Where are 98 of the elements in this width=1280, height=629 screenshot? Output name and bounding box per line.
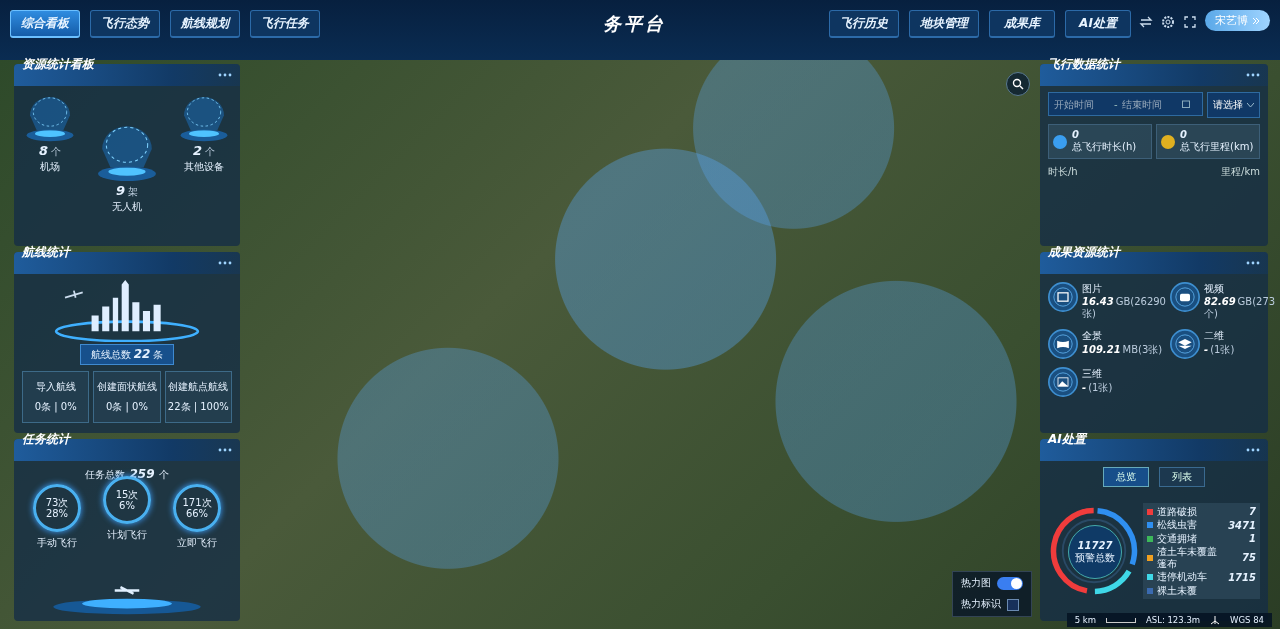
layer-label: 热力标识 [961, 598, 1001, 611]
stat-label: 总飞行时长(h) [1072, 140, 1137, 154]
resource-type: 三维 [1082, 366, 1103, 381]
layers-icon [1169, 328, 1200, 359]
stat-label: 总飞行里程(km) [1180, 140, 1254, 154]
nav-tab[interactable]: 成果库 [989, 10, 1055, 38]
nav-tab[interactable]: 综合看板 [10, 10, 80, 38]
legend-label: 违停机动车 [1157, 571, 1208, 583]
axis-label: 里程/km [1221, 165, 1260, 179]
task-ring: 171次 66% [173, 484, 221, 533]
calendar-icon [1181, 100, 1190, 108]
resource-size: - (1张) [1203, 342, 1235, 357]
nav-tab[interactable]: 航线规划 [170, 10, 240, 38]
axis-label: 时长/h [1048, 165, 1078, 179]
image-icon [1048, 281, 1078, 312]
more-icon[interactable] [1246, 260, 1260, 265]
more-icon[interactable] [1246, 73, 1260, 77]
search-icon [1012, 78, 1024, 90]
panel-title: AI处置 [1048, 431, 1086, 449]
stat-value: 0 [1072, 129, 1080, 140]
panel-title: 任务统计 [22, 431, 70, 449]
route-type-label: 创建面状航线 [97, 379, 157, 394]
resource-label: 其他设备 [184, 160, 224, 174]
alert-total: 11727 预警总数 [1068, 525, 1122, 580]
task-ring: 73次 28% [33, 484, 81, 533]
resource-label: 无人机 [112, 200, 142, 214]
camera-icon [1169, 281, 1200, 312]
date-range-field[interactable]: 开始时间 - 结束时间 [1048, 92, 1203, 116]
resource-size: - (1张) [1082, 380, 1113, 395]
legend-value: 1715 [1228, 571, 1256, 583]
view-tab[interactable]: 总览 [1103, 467, 1149, 488]
legend-value: 1 [1249, 533, 1256, 545]
task-type-label: 手动飞行 [37, 536, 77, 551]
resource-type: 图片 [1082, 281, 1103, 296]
resource-type: 二维 [1203, 328, 1225, 343]
fullscreen-icon[interactable] [1183, 15, 1197, 29]
legend-value: 3471 [1228, 519, 1256, 531]
legend-label: 裸土未覆 [1157, 584, 1198, 597]
heatmap-toggle[interactable] [997, 577, 1023, 590]
scale-label: 5 km [1074, 615, 1096, 625]
search-button[interactable] [1006, 72, 1030, 96]
start-time-input[interactable]: 开始时间 [1054, 98, 1110, 110]
resource-type: 视频 [1203, 281, 1225, 296]
image-icon [1048, 366, 1078, 397]
heat-marker-checkbox[interactable] [1007, 598, 1019, 611]
more-icon[interactable] [1246, 448, 1260, 453]
panel-title: 航线统计 [22, 243, 70, 261]
chevron-icon [1252, 16, 1260, 25]
task-type-label: 计划飞行 [107, 528, 147, 543]
view-tab[interactable]: 列表 [1159, 467, 1205, 488]
panel-title: 飞行数据统计 [1048, 56, 1120, 73]
nav-tab[interactable]: 飞行态势 [90, 10, 160, 38]
legend-label: 交通拥堵 [1157, 532, 1198, 545]
caret-icon [1247, 102, 1254, 108]
nav-tab[interactable]: AI处置 [1065, 10, 1131, 38]
resource-count: 2 个 [192, 143, 215, 159]
panorama-icon [1048, 328, 1078, 359]
route-type-label: 创建航点航线 [168, 379, 229, 394]
select-dropdown[interactable]: 请选择 [1207, 92, 1260, 118]
resource-size: 109.21 MB(3张) [1082, 342, 1163, 357]
tripod-icon [1210, 615, 1221, 625]
stat-value: 0 [1180, 129, 1188, 140]
resource-count: 8 个 [38, 143, 61, 159]
legend-label: 渣土车未覆盖篷布 [1157, 546, 1218, 570]
swap-icon[interactable] [1139, 15, 1153, 29]
route-type-label: 导入航线 [35, 379, 76, 394]
panel-title: 成果资源统计 [1048, 243, 1120, 261]
resource-type: 全景 [1082, 328, 1103, 343]
layer-label: 热力图 [961, 577, 991, 590]
legend-value: 7 [1249, 506, 1256, 518]
datum-label: WGS 84 [1230, 615, 1264, 625]
route-type-value: 0条 | 0% [106, 399, 148, 414]
nav-tab[interactable]: 飞行任务 [250, 10, 320, 38]
task-type-label: 立即飞行 [177, 536, 217, 551]
legend-label: 道路破损 [1157, 505, 1198, 518]
legend-value: 75 [1242, 552, 1256, 564]
altitude-label: ASL: 123.3m [1145, 615, 1201, 625]
nav-tab[interactable]: 地块管理 [909, 10, 979, 38]
more-icon[interactable] [218, 260, 232, 265]
more-icon[interactable] [218, 73, 232, 77]
end-time-input[interactable]: 结束时间 [1121, 98, 1178, 110]
legend-label: 松线虫害 [1157, 519, 1198, 531]
orb-icon [1160, 133, 1176, 150]
panel-title: 资源统计看板 [22, 56, 94, 73]
route-type-value: 22条 | 100% [167, 399, 229, 414]
settings-icon[interactable] [1161, 15, 1175, 29]
resource-size: 82.69 GB(273个) [1203, 295, 1276, 321]
nav-tab[interactable]: 飞行历史 [829, 10, 899, 38]
resource-size: 16.43 GB(26290张) [1082, 295, 1166, 321]
resource-count: 9 架 [115, 183, 138, 199]
route-type-value: 0条 | 0% [34, 399, 77, 414]
range-separator: - [1114, 98, 1118, 110]
more-icon[interactable] [218, 448, 232, 453]
route-total: 航线总数 22 条 [79, 343, 175, 365]
platform-title: 务平台 [602, 12, 667, 36]
orb-icon [1052, 133, 1068, 150]
resource-label: 机场 [40, 160, 60, 174]
scale-bar [1105, 617, 1136, 623]
